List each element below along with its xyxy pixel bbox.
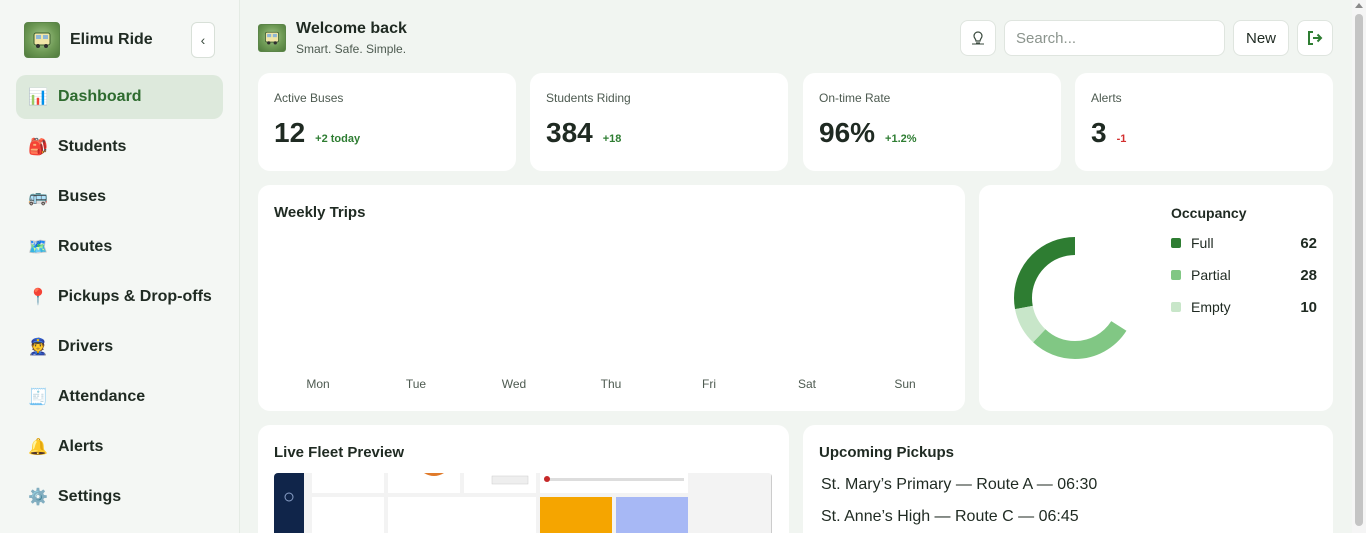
upcoming-pickups-card: Upcoming Pickups St. Mary’s Primary — Ro… <box>803 425 1333 533</box>
legend-value: 62 <box>1300 234 1317 252</box>
fleet-preview-thumbnail-icon <box>274 473 772 533</box>
sidebar-item-buses[interactable]: 🚌 Buses <box>16 175 223 219</box>
sidebar-item-students[interactable]: 🎒 Students <box>16 125 223 169</box>
scroll-thumb[interactable] <box>1355 14 1363 526</box>
page-scrollbar[interactable] <box>1352 0 1366 533</box>
live-fleet-card: Live Fleet Preview <box>258 425 789 533</box>
day-label: Sun <box>894 377 916 391</box>
stat-value: 3 <box>1091 117 1107 148</box>
stat-card-students-riding: Students Riding 384 +18 <box>530 73 788 171</box>
sidebar-item-pickups[interactable]: 📍 Pickups & Drop-offs <box>16 275 223 319</box>
page-subtitle: Smart. Safe. Simple. <box>296 42 407 56</box>
day-label: Tue <box>405 377 427 391</box>
pickup-item[interactable]: St. Mary’s Primary — Route A — 06:30 <box>821 476 1097 494</box>
driver-icon: 👮 <box>28 339 48 356</box>
sidebar-item-label: Attendance <box>58 388 146 405</box>
legend-value: 28 <box>1300 266 1317 284</box>
occupancy-donut-chart <box>1014 237 1136 359</box>
stat-label: Students Riding <box>546 91 631 105</box>
bar-chart-icon: 📊 <box>28 89 48 106</box>
stat-label: On-time Rate <box>819 91 891 105</box>
stat-value: 96% <box>819 117 876 148</box>
sidebar-item-label: Alerts <box>58 438 104 455</box>
stat-label: Active Buses <box>274 91 344 105</box>
fleet-preview-image[interactable] <box>274 473 772 533</box>
sidebar-item-drivers[interactable]: 👮 Drivers <box>16 325 223 369</box>
brand[interactable]: Elimu Ride <box>24 22 153 58</box>
live-fleet-title: Live Fleet Preview <box>274 444 405 461</box>
legend-item-full: Full 62 <box>1171 233 1317 253</box>
stat-delta: +2 today <box>315 133 361 145</box>
upcoming-pickups-title: Upcoming Pickups <box>819 444 955 461</box>
stat-card-alerts: Alerts 3 -1 <box>1075 73 1333 171</box>
new-button[interactable]: New <box>1233 20 1289 56</box>
stat-card-on-time-rate: On-time Rate 96% +1.2% <box>803 73 1061 171</box>
sidebar-item-alerts[interactable]: 🔔 Alerts <box>16 425 223 469</box>
day-label: Wed <box>501 377 527 391</box>
legend-swatch <box>1171 270 1181 280</box>
sidebar-item-label: Buses <box>58 188 107 205</box>
legend-item-empty: Empty 10 <box>1171 297 1317 317</box>
occupancy-card: Occupancy Full 62 Partial 28 Empty 10 <box>979 185 1333 411</box>
day-label: Sat <box>797 377 816 391</box>
pin-icon: 📍 <box>28 289 48 306</box>
legend-label: Full <box>1191 235 1214 251</box>
school-bus-logo-icon <box>258 24 286 52</box>
stat-card-active-buses: Active Buses 12 +2 today <box>258 73 516 171</box>
day-label: Fri <box>702 377 716 391</box>
sidebar-item-label: Routes <box>58 238 113 255</box>
sidebar-item-label: Pickups & Drop-offs <box>58 288 212 305</box>
logout-icon <box>1308 31 1323 45</box>
welcome-header: Welcome back Smart. Safe. Simple. <box>258 20 407 56</box>
pickup-item[interactable]: St. Anne’s High — Route C — 06:45 <box>821 508 1079 526</box>
day-label: Thu <box>600 377 622 391</box>
scroll-up-icon[interactable] <box>1355 3 1363 8</box>
collapse-sidebar-button[interactable]: ‹ <box>191 22 215 58</box>
stat-value: 12 <box>274 117 306 148</box>
sidebar-item-attendance[interactable]: 🧾 Attendance <box>16 375 223 419</box>
legend-swatch <box>1171 238 1181 248</box>
sidebar-item-label: Settings <box>58 488 122 505</box>
stat-delta: -1 <box>1116 133 1127 145</box>
legend-swatch <box>1171 302 1181 312</box>
sidebar-item-label: Students <box>58 138 127 155</box>
lightbulb-icon <box>972 31 984 45</box>
sidebar-nav: 📊 Dashboard 🎒 Students 🚌 Buses 🗺️ Routes… <box>16 75 223 525</box>
legend-label: Partial <box>1191 267 1231 283</box>
bus-icon: 🚌 <box>28 189 48 206</box>
day-label: Mon <box>306 377 330 391</box>
weekly-trips-card: Weekly Trips Mon Tue Wed Thu Fri Sat Sun <box>258 185 965 411</box>
page-title: Welcome back <box>296 20 407 37</box>
backpack-icon: 🎒 <box>28 139 48 156</box>
legend-label: Empty <box>1191 299 1231 315</box>
search-input[interactable] <box>1004 20 1225 56</box>
receipt-icon: 🧾 <box>28 389 48 406</box>
chevron-left-icon: ‹ <box>200 32 206 48</box>
brand-name: Elimu Ride <box>70 31 153 48</box>
sidebar-item-dashboard[interactable]: 📊 Dashboard <box>16 75 223 119</box>
sidebar-item-settings[interactable]: ⚙️ Settings <box>16 475 223 519</box>
theme-toggle-button[interactable] <box>960 20 996 56</box>
bell-icon: 🔔 <box>28 439 48 456</box>
legend-value: 10 <box>1300 298 1317 316</box>
sidebar-item-label: Dashboard <box>58 88 142 105</box>
logout-button[interactable] <box>1297 20 1333 56</box>
school-bus-logo-icon <box>24 22 60 58</box>
stat-value: 384 <box>546 117 593 148</box>
weekly-trips-title: Weekly Trips <box>274 204 366 221</box>
stat-label: Alerts <box>1091 91 1122 105</box>
map-icon: 🗺️ <box>28 239 48 256</box>
legend-item-partial: Partial 28 <box>1171 265 1317 285</box>
sidebar-item-routes[interactable]: 🗺️ Routes <box>16 225 223 269</box>
gear-icon: ⚙️ <box>28 489 48 506</box>
sidebar: Elimu Ride ‹ 📊 Dashboard 🎒 Students 🚌 Bu… <box>0 0 240 533</box>
sidebar-item-label: Drivers <box>58 338 114 355</box>
occupancy-title: Occupancy <box>1171 205 1247 221</box>
stat-delta: +18 <box>602 133 622 145</box>
stat-delta: +1.2% <box>885 133 917 145</box>
